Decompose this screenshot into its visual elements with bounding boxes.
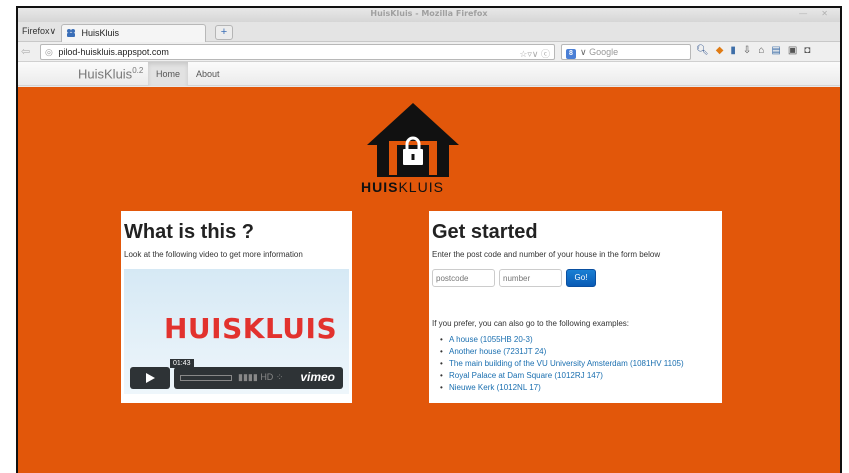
address-form: Go!	[432, 269, 722, 289]
volume-icon[interactable]: ▮▮▮▮	[238, 372, 260, 382]
what-is-this-heading: What is this ?	[124, 221, 254, 243]
get-started-text: Enter the post code and number of your h…	[432, 250, 661, 259]
fullscreen-icon[interactable]: ⁘	[273, 372, 284, 382]
tab-huiskluis[interactable]: HuisKluis	[61, 24, 206, 42]
browser-window: HuisKluis - Mozilla Firefox — ✕ Firefox∨…	[16, 6, 842, 473]
huiskluis-favicon-icon	[67, 29, 75, 37]
video-title: HUISKLUIS	[164, 312, 338, 345]
video-control-bar: ▮▮▮▮ HD ⁘ vimeo	[174, 367, 343, 389]
get-started-heading: Get started	[432, 221, 538, 243]
window-controls[interactable]: — ✕	[799, 9, 834, 18]
example-link-a-house[interactable]: A house (1055HB 20-3)	[440, 334, 722, 346]
download-icon[interactable]: ⇩	[743, 45, 758, 56]
vimeo-logo[interactable]: vimeo	[300, 370, 335, 384]
example-link-another-house[interactable]: Another house (7231JT 24)	[440, 346, 722, 358]
go-button[interactable]: Go!	[566, 269, 596, 287]
back-arrow-icon[interactable]: ⇦	[21, 45, 30, 58]
example-link-vu-university[interactable]: The main building of the VU University A…	[440, 358, 722, 370]
firefox-menu-button[interactable]: Firefox∨	[22, 26, 56, 37]
play-button[interactable]	[130, 367, 170, 389]
what-is-this-panel: What is this ? Look at the following vid…	[121, 211, 352, 403]
examples-list: A house (1055HB 20-3) Another house (723…	[440, 334, 722, 394]
window-titlebar: HuisKluis - Mozilla Firefox — ✕	[18, 8, 840, 22]
google-icon[interactable]: 8	[566, 49, 576, 59]
url-bar[interactable]: ◎ pilod-huiskluis.appspot.com ☆▿∨ ⓒ	[40, 44, 555, 60]
get-started-panel: Get started Enter the post code and numb…	[429, 211, 722, 403]
brand-name: HuisKluis	[78, 66, 133, 82]
window-title: HuisKluis - Mozilla Firefox	[370, 9, 488, 18]
logo-text: HUISKLUIS	[361, 179, 444, 195]
hd-toggle[interactable]: ▮▮▮▮ HD ⁘	[238, 372, 283, 383]
navigation-toolbar: ⇦ ◎ pilod-huiskluis.appspot.com ☆▿∨ ⓒ 8 ∨…	[18, 42, 840, 62]
search-bar[interactable]: 8 ∨ Google	[561, 44, 691, 60]
bookmark-icon[interactable]: ▤	[771, 45, 787, 56]
screen-frame: HuisKluis - Mozilla Firefox — ✕ Firefox∨…	[0, 0, 849, 473]
url-text: pilod-huiskluis.appspot.com	[58, 47, 169, 57]
search-placeholder: Google	[589, 47, 619, 57]
postcode-input[interactable]	[432, 269, 495, 287]
pocket-icon[interactable]: ◘	[804, 45, 817, 56]
video-progress-track[interactable]	[180, 375, 232, 381]
video-player[interactable]: HUISKLUIS 01:43 ▮▮▮▮ HD ⁘ vimeo	[124, 269, 349, 394]
hd-label: HD	[260, 372, 274, 382]
tab-strip: Firefox∨ HuisKluis +	[18, 22, 840, 42]
site-navbar: HuisKluis0.2 Home About	[18, 62, 840, 86]
brand-version: 0.2	[132, 66, 144, 75]
number-input[interactable]	[499, 269, 562, 287]
tab-label: HuisKluis	[81, 28, 120, 38]
nav-link-about[interactable]: About	[188, 62, 228, 86]
nav-link-home[interactable]: Home	[148, 62, 189, 86]
search-engine-dropdown-icon[interactable]: ∨	[580, 47, 589, 57]
what-is-this-text: Look at the following video to get more …	[124, 250, 303, 259]
site-brand[interactable]: HuisKluis0.2	[78, 66, 143, 81]
globe-icon: ◎	[45, 47, 53, 57]
bookmark-star-icon[interactable]: ☆▿∨ ⓒ	[519, 47, 550, 60]
main-page: HUISKLUIS What is this ? Look at the fol…	[18, 87, 840, 473]
addon-icon[interactable]: ◆	[716, 45, 731, 56]
example-link-royal-palace[interactable]: Royal Palace at Dam Square (1012RJ 147)	[440, 370, 722, 382]
lock-icon[interactable]: ▮	[730, 45, 743, 56]
example-link-nieuwe-kerk[interactable]: Nieuwe Kerk (1012NL 17)	[440, 382, 722, 394]
window-icon[interactable]: ▣	[788, 45, 804, 56]
search-icon[interactable]: 🔍︎	[696, 45, 716, 56]
home-icon[interactable]: ⌂	[758, 45, 771, 56]
logo-text-light: KLUIS	[398, 179, 444, 195]
new-tab-button[interactable]: +	[215, 25, 233, 40]
logo-text-bold: HUIS	[361, 179, 399, 195]
toolbar-icons: 🔍︎◆▮⇩⌂▤▣◘	[696, 45, 817, 56]
examples-intro: If you prefer, you can also go to the fo…	[432, 319, 630, 328]
